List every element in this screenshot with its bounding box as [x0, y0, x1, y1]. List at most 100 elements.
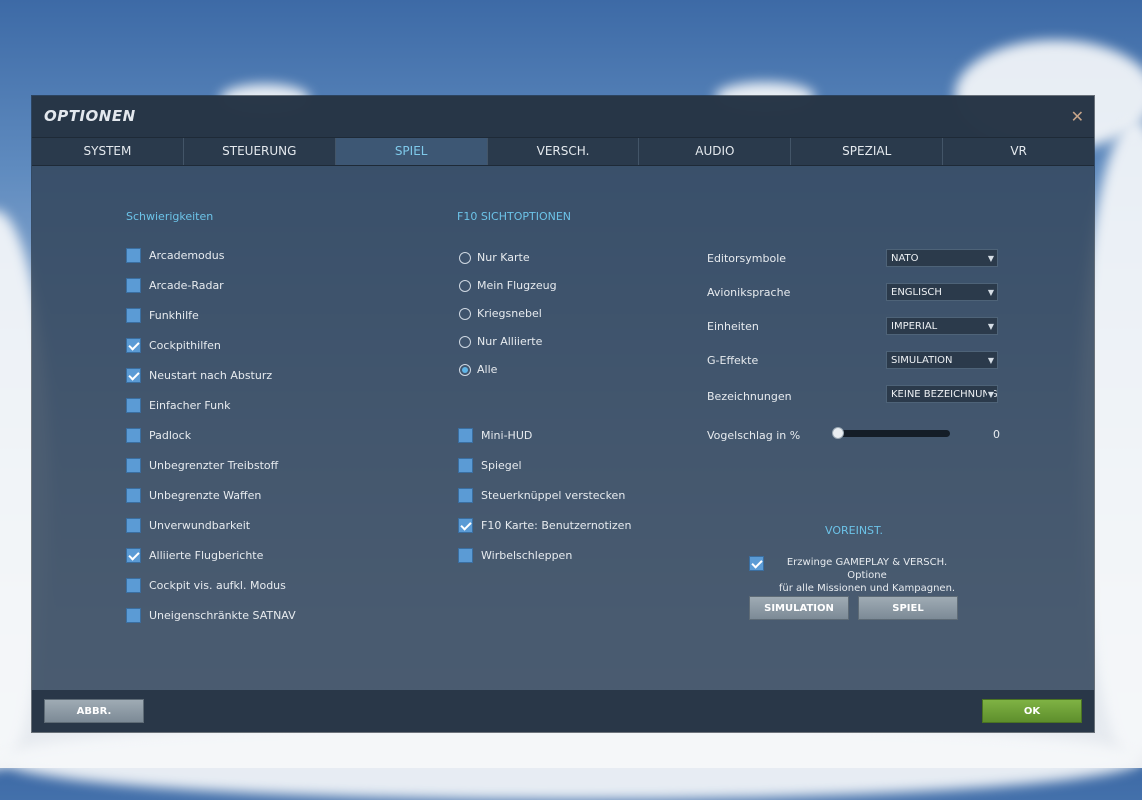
- checkbox-icon[interactable]: [126, 308, 141, 323]
- select-value: SIMULATION: [891, 355, 953, 366]
- checkbox-icon[interactable]: [126, 398, 141, 413]
- setting-label-bezeichnungen: Bezeichnungen: [707, 390, 792, 403]
- checkbox-unverwundbarkeit[interactable]: Unverwundbarkeit: [126, 518, 250, 533]
- birdstrike-slider-track[interactable]: [835, 430, 950, 437]
- checkbox-cockpit-vis[interactable]: Cockpit vis. aufkl. Modus: [126, 578, 286, 593]
- tab-versch[interactable]: VERSCH.: [488, 138, 640, 165]
- radio-icon[interactable]: [459, 279, 471, 292]
- checkbox-label: Steuerknüppel verstecken: [481, 489, 626, 502]
- radio-label: Alle: [477, 363, 498, 376]
- cancel-button[interactable]: ABBR.: [44, 699, 144, 723]
- force-options-line1: Erzwinge GAMEPLAY & VERSCH. Optione: [786, 557, 948, 581]
- select-editorsymbole[interactable]: NATO ▼: [886, 249, 998, 267]
- checkbox-icon[interactable]: [126, 518, 141, 533]
- select-g-effekte[interactable]: SIMULATION ▼: [886, 351, 998, 369]
- checkbox-checked-icon[interactable]: [126, 548, 141, 563]
- checkbox-label: Unbegrenzter Treibstoff: [149, 459, 279, 472]
- checkbox-icon[interactable]: [458, 548, 473, 563]
- tab-spezial[interactable]: SPEZIAL: [791, 138, 944, 165]
- tab-audio[interactable]: AUDIO: [639, 138, 792, 165]
- checkbox-icon[interactable]: [126, 578, 141, 593]
- checkbox-label: Cockpit vis. aufkl. Modus: [149, 579, 286, 592]
- radio-nur-alliierte[interactable]: Nur Alliierte: [459, 335, 542, 348]
- preset-spiel-button[interactable]: SPIEL: [858, 596, 958, 620]
- f10-title: F10 SICHTOPTIONEN: [457, 210, 572, 223]
- tab-system[interactable]: SYSTEM: [32, 138, 184, 165]
- checkbox-label: Unbegrenzte Waffen: [149, 489, 262, 502]
- checkbox-label: Unverwundbarkeit: [149, 519, 251, 532]
- checkbox-benutzernotizen[interactable]: F10 Karte: Benutzernotizen: [458, 518, 631, 533]
- checkbox-icon[interactable]: [126, 428, 141, 443]
- title-bar: OPTIONEN ✕: [32, 96, 1094, 137]
- checkbox-checked-icon[interactable]: [749, 556, 764, 571]
- checkbox-checked-icon[interactable]: [126, 338, 141, 353]
- checkbox-wirbelschleppen[interactable]: Wirbelschleppen: [458, 548, 572, 563]
- preset-simulation-button[interactable]: SIMULATION: [749, 596, 849, 620]
- radio-label: Nur Alliierte: [477, 335, 543, 348]
- chevron-down-icon: ▼: [986, 318, 994, 334]
- radio-icon[interactable]: [459, 307, 471, 320]
- radio-alle[interactable]: Alle: [459, 363, 497, 376]
- radio-label: Nur Karte: [477, 251, 530, 264]
- close-icon[interactable]: ✕: [1071, 107, 1084, 126]
- tab-spiel[interactable]: SPIEL: [335, 138, 488, 165]
- checkbox-label: Wirbelschleppen: [481, 549, 573, 562]
- checkbox-icon[interactable]: [126, 488, 141, 503]
- radio-label: Kriegsnebel: [477, 307, 542, 320]
- checkbox-waffen[interactable]: Unbegrenzte Waffen: [126, 488, 261, 503]
- presets-title: VOREINST.: [825, 524, 883, 537]
- checkbox-icon[interactable]: [126, 608, 141, 623]
- checkbox-icon[interactable]: [126, 278, 141, 293]
- checkbox-steuerknueppel[interactable]: Steuerknüppel verstecken: [458, 488, 625, 503]
- chevron-down-icon: ▼: [986, 250, 994, 266]
- checkbox-treibstoff[interactable]: Unbegrenzter Treibstoff: [126, 458, 278, 473]
- checkbox-icon[interactable]: [458, 488, 473, 503]
- checkbox-spiegel[interactable]: Spiegel: [458, 458, 522, 473]
- select-einheiten[interactable]: IMPERIAL ▼: [886, 317, 998, 335]
- select-avioniksprache[interactable]: ENGLISCH ▼: [886, 283, 998, 301]
- setting-label-avioniksprache: Avioniksprache: [707, 286, 791, 299]
- checkbox-funkhilfe[interactable]: Funkhilfe: [126, 308, 199, 323]
- checkbox-satnav[interactable]: Uneigenschränkte SATNAV: [126, 608, 296, 623]
- setting-label-g-effekte: G-Effekte: [707, 354, 759, 367]
- chevron-down-icon: ▼: [986, 386, 994, 402]
- checkbox-arcademodus[interactable]: Arcademodus: [126, 248, 224, 263]
- options-dialog: OPTIONEN ✕ SYSTEM STEUERUNG SPIEL VERSCH…: [32, 96, 1094, 732]
- checkbox-label: Arcade-Radar: [149, 279, 224, 292]
- checkbox-padlock[interactable]: Padlock: [126, 428, 191, 443]
- checkbox-icon[interactable]: [458, 428, 473, 443]
- select-value: ENGLISCH: [891, 287, 942, 298]
- checkbox-label: Arcademodus: [149, 249, 225, 262]
- checkbox-mini-hud[interactable]: Mini-HUD: [458, 428, 532, 443]
- birdstrike-label: Vogelschlag in %: [707, 429, 801, 442]
- tab-steuerung[interactable]: STEUERUNG: [184, 138, 336, 165]
- radio-icon[interactable]: [459, 335, 471, 348]
- radio-mein-flugzeug[interactable]: Mein Flugzeug: [459, 279, 557, 292]
- checkbox-icon[interactable]: [126, 458, 141, 473]
- radio-selected-icon[interactable]: [459, 363, 471, 376]
- checkbox-checked-icon[interactable]: [458, 518, 473, 533]
- difficulty-title: Schwierigkeiten: [126, 210, 214, 223]
- ok-button[interactable]: OK: [982, 699, 1082, 723]
- select-bezeichnungen[interactable]: KEINE BEZEICHNUNGEN▼: [886, 385, 998, 403]
- checkbox-checked-icon[interactable]: [126, 368, 141, 383]
- checkbox-neustart[interactable]: Neustart nach Absturz: [126, 368, 272, 383]
- chevron-down-icon: ▼: [986, 284, 994, 300]
- checkbox-einfacher-funk[interactable]: Einfacher Funk: [126, 398, 230, 413]
- radio-nur-karte[interactable]: Nur Karte: [459, 251, 530, 264]
- radio-kriegsnebel[interactable]: Kriegsnebel: [459, 307, 542, 320]
- birdstrike-slider-handle[interactable]: [832, 427, 844, 439]
- force-options-text: Erzwinge GAMEPLAY & VERSCH. Optione für …: [767, 556, 967, 595]
- tab-bar: SYSTEM STEUERUNG SPIEL VERSCH. AUDIO SPE…: [32, 137, 1094, 166]
- checkbox-icon[interactable]: [126, 248, 141, 263]
- checkbox-flugberichte[interactable]: Alliierte Flugberichte: [126, 548, 263, 563]
- checkbox-icon[interactable]: [458, 458, 473, 473]
- radio-icon[interactable]: [459, 251, 471, 264]
- checkbox-label: Cockpithilfen: [149, 339, 221, 352]
- tab-vr[interactable]: VR: [943, 138, 1094, 165]
- checkbox-arcade-radar[interactable]: Arcade-Radar: [126, 278, 224, 293]
- checkbox-cockpithilfen[interactable]: Cockpithilfen: [126, 338, 221, 353]
- checkbox-label: F10 Karte: Benutzernotizen: [481, 519, 632, 532]
- chevron-down-icon: ▼: [986, 352, 994, 368]
- checkbox-label: Alliierte Flugberichte: [149, 549, 264, 562]
